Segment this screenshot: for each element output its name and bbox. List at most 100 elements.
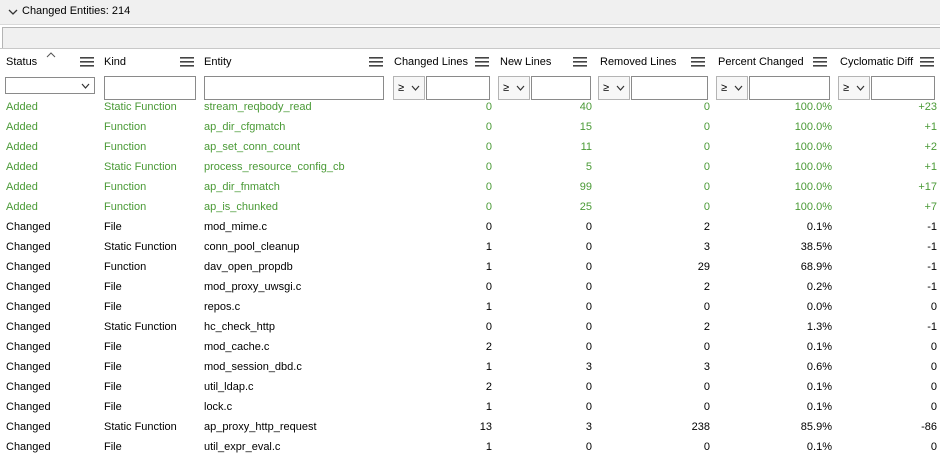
column-label: New Lines: [500, 56, 552, 68]
column-menu-icon[interactable]: [180, 57, 194, 67]
cell-percent: 100.0%: [794, 141, 832, 153]
cell-cyclo: +23: [918, 101, 937, 113]
table-row[interactable]: Changed File lock.c 1 0 0 0.1% 0: [0, 397, 940, 417]
chevron-down-icon[interactable]: [8, 7, 18, 17]
cell-status: Changed: [6, 281, 51, 293]
table-row[interactable]: Changed File repos.c 1 0 0 0.0% 0: [0, 297, 940, 317]
cell-removed: 3: [703, 241, 710, 253]
table-row[interactable]: Changed File util_ldap.c 2 0 0 0.1% 0: [0, 377, 940, 397]
column-header-kind[interactable]: Kind: [98, 49, 198, 75]
cell-changed: 0: [485, 181, 492, 193]
cell-changed: 1: [485, 441, 492, 453]
column-menu-icon[interactable]: [813, 57, 827, 67]
table-row[interactable]: Changed File mod_session_dbd.c 1 3 3 0.6% 0: [0, 357, 940, 377]
cell-changed: 0: [485, 281, 492, 293]
cell-status: Added: [6, 121, 38, 133]
table-row[interactable]: Added Static Function process_resource_con…: [0, 157, 940, 177]
column-menu-icon[interactable]: [369, 57, 383, 67]
cell-removed: 0: [703, 301, 710, 313]
table-row[interactable]: Changed File mod_cache.c 2 0 0 0.1% 0: [0, 337, 940, 357]
cell-status: Changed: [6, 221, 51, 233]
cell-new: 25: [579, 201, 592, 213]
column-label: Entity: [204, 56, 232, 68]
cell-cyclo: -1: [927, 241, 937, 253]
cell-cyclo: 0: [930, 341, 937, 353]
cell-kind: Function: [104, 121, 147, 133]
cell-percent: 100.0%: [794, 121, 832, 133]
cell-removed: 238: [691, 421, 710, 433]
cell-entity: dav_open_propdb: [204, 261, 293, 273]
cell-percent: 38.5%: [800, 241, 832, 253]
table-row[interactable]: Changed File util_expr_eval.c 1 0 0 0.1% 0: [0, 437, 940, 457]
column-header-entity[interactable]: Entity: [198, 49, 388, 75]
column-header-percent-changed[interactable]: Percent Changed: [712, 49, 834, 75]
cell-percent: 0.1%: [806, 221, 832, 233]
cell-changed: 0: [485, 221, 492, 233]
cell-kind: File: [104, 441, 122, 453]
operator-label: ≥: [843, 82, 850, 94]
status-filter-dropdown[interactable]: [5, 77, 95, 94]
column-header-removed-lines[interactable]: Removed Lines: [594, 49, 712, 75]
table-row[interactable]: Changed Function dav_open_propdb 1 0 29 68.9% -…: [0, 257, 940, 277]
cell-kind: File: [104, 301, 122, 313]
cell-changed: 2: [485, 381, 492, 393]
cell-entity: mod_proxy_uwsgi.c: [204, 281, 302, 293]
cell-status: Changed: [6, 381, 51, 393]
table-row[interactable]: Changed File mod_mime.c 0 0 2 0.1% -1: [0, 217, 940, 237]
cell-status: Added: [6, 161, 38, 173]
cell-changed: 0: [485, 161, 492, 173]
cell-kind: File: [104, 221, 122, 233]
column-menu-icon[interactable]: [573, 57, 587, 67]
cell-new: 15: [579, 121, 592, 133]
cell-kind: File: [104, 381, 122, 393]
column-menu-icon[interactable]: [80, 57, 94, 67]
cell-status: Added: [6, 101, 38, 113]
table-row[interactable]: Changed Static Function ap_proxy_http_requ…: [0, 417, 940, 437]
cell-cyclo: +1: [924, 161, 937, 173]
table-row[interactable]: Added Static Function stream_reqbody_read 0…: [0, 97, 940, 117]
cell-cyclo: 0: [930, 401, 937, 413]
cell-percent: 0.1%: [806, 341, 832, 353]
cell-entity: lock.c: [204, 401, 233, 413]
table-row[interactable]: Added Function ap_is_chunked 0 25 0 100.0% +7: [0, 197, 940, 217]
column-menu-icon[interactable]: [920, 57, 934, 67]
column-header-changed-lines[interactable]: Changed Lines: [388, 49, 494, 75]
cell-new: 40: [579, 101, 592, 113]
table-row[interactable]: Added Function ap_set_conn_count 0 11 0 100.0%…: [0, 137, 940, 157]
cell-changed: 1: [485, 301, 492, 313]
cell-kind: File: [104, 361, 122, 373]
cell-entity: process_resource_config_cb: [204, 161, 345, 173]
cell-entity: conn_pool_cleanup: [204, 241, 300, 253]
column-header-cyclomatic-diff[interactable]: Cyclomatic Diff: [834, 49, 940, 75]
cell-new: 3: [585, 361, 592, 373]
table-row[interactable]: Changed Static Function conn_pool_cleanup 1…: [0, 237, 940, 257]
cell-kind: File: [104, 341, 122, 353]
operator-label: ≥: [721, 82, 728, 94]
cell-changed: 0: [485, 101, 492, 113]
cell-status: Changed: [6, 321, 51, 333]
table-row[interactable]: Added Function ap_dir_cfgmatch 0 15 0 100.0% +1: [0, 117, 940, 137]
cell-entity: mod_cache.c: [204, 341, 270, 353]
cell-new: 0: [585, 221, 592, 233]
cell-removed: 0: [703, 141, 710, 153]
column-header-status[interactable]: Status: [0, 49, 98, 75]
cell-cyclo: -1: [927, 281, 937, 293]
cell-entity: repos.c: [204, 301, 241, 313]
table-row[interactable]: Added Function ap_dir_fnmatch 0 99 0 100.0% +17: [0, 177, 940, 197]
cell-new: 0: [585, 401, 592, 413]
cell-removed: 2: [703, 221, 710, 233]
table-row[interactable]: Changed Static Function hc_check_http 0 0 2 1.…: [0, 317, 940, 337]
cell-removed: 3: [703, 361, 710, 373]
cell-new: 0: [585, 321, 592, 333]
toolbar: [2, 27, 940, 48]
column-header-new-lines[interactable]: New Lines: [494, 49, 594, 75]
cell-kind: Static Function: [104, 421, 177, 433]
cell-kind: File: [104, 401, 122, 413]
table-row[interactable]: Changed File mod_proxy_uwsgi.c 0 0 2 0.2% -1: [0, 277, 940, 297]
cell-status: Changed: [6, 261, 51, 273]
cell-status: Changed: [6, 341, 51, 353]
column-menu-icon[interactable]: [475, 57, 489, 67]
cell-removed: 0: [703, 181, 710, 193]
column-menu-icon[interactable]: [691, 57, 705, 67]
cell-new: 5: [585, 161, 592, 173]
